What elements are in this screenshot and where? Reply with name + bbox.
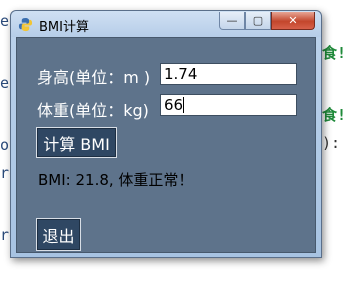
height-input[interactable]: 1.74 (160, 63, 297, 85)
maximize-icon: ▢ (252, 14, 264, 27)
background-code-fragment: 食! (322, 106, 347, 124)
minimize-icon: — (226, 14, 238, 27)
bmi-result-text: BMI: 21.8, 体重正常！ (38, 171, 194, 189)
window-title: BMI计算 (39, 20, 89, 35)
maximize-button[interactable]: ▢ (245, 12, 271, 30)
exit-button[interactable]: 退出 (36, 218, 81, 251)
background-code-fragment: 食! (322, 44, 347, 62)
close-button[interactable]: ✕ (271, 12, 315, 30)
text-caret (183, 97, 185, 113)
python-app-icon (18, 17, 33, 32)
minimize-button[interactable]: — (219, 12, 245, 30)
bmi-window: BMI计算 — ▢ ✕ 身高(单位：m ) 1.74 体重(单位：kg) 66 … (10, 10, 322, 258)
height-label: 身高(单位：m ) (37, 68, 151, 87)
calculate-bmi-button[interactable]: 计算 BMI (36, 127, 117, 158)
form-panel: 身高(单位：m ) 1.74 体重(单位：kg) 66 计算 BMI BMI: … (16, 37, 316, 253)
height-input-value: 1.74 (164, 65, 198, 83)
title-bar[interactable]: BMI计算 — ▢ ✕ (11, 11, 321, 37)
background-code-fragment: ): (322, 134, 341, 152)
weight-input-value: 66 (164, 96, 184, 114)
weight-input[interactable]: 66 (160, 94, 297, 116)
weight-label: 体重(单位：kg) (37, 101, 149, 120)
window-controls: — ▢ ✕ (219, 12, 315, 30)
close-icon: ✕ (288, 14, 298, 27)
